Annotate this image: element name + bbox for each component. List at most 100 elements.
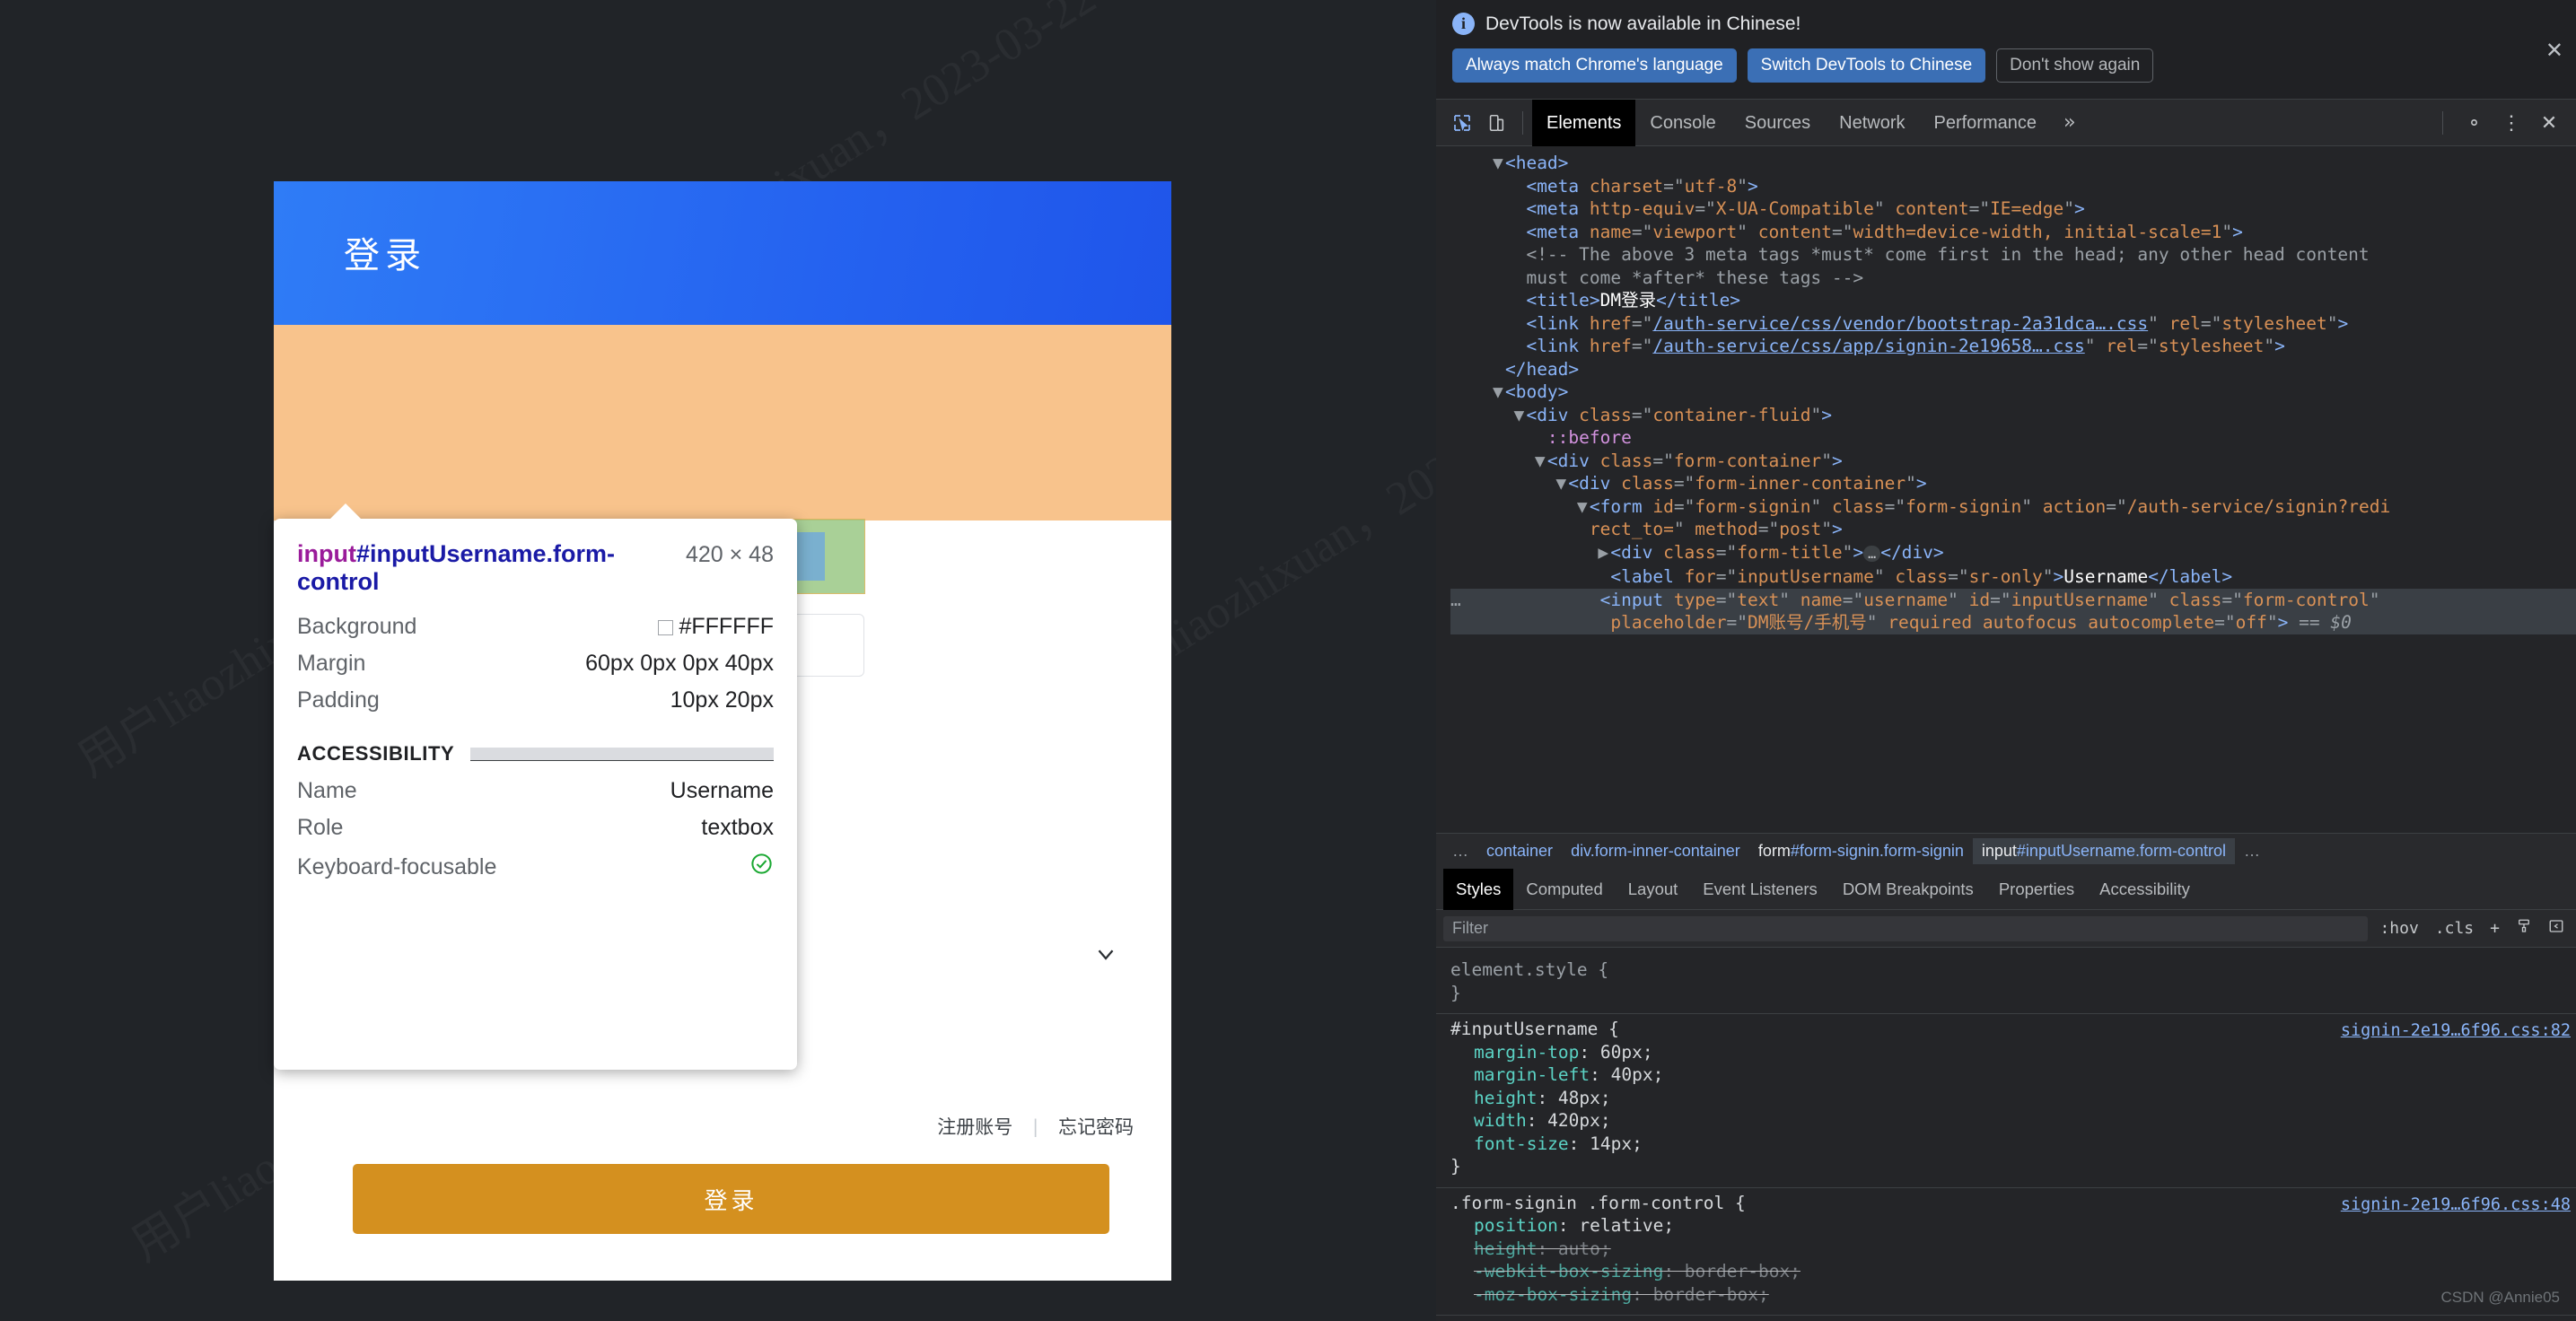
dom-node-line[interactable]: <meta charset="utf-8"> xyxy=(1450,175,2576,198)
close-icon[interactable]: ✕ xyxy=(2533,107,2565,139)
css-rules-pane[interactable]: element.style {} #inputUsername {signin-2… xyxy=(1436,948,2576,1321)
dom-node-line[interactable]: <link href="/auth-service/css/vendor/boo… xyxy=(1450,312,2576,336)
dom-node-line[interactable]: <link href="/auth-service/css/app/signin… xyxy=(1450,335,2576,358)
dom-node-line[interactable]: ▼ <div class="form-container"> xyxy=(1450,450,2576,473)
dom-node-line[interactable]: <label for="inputUsername" class="sr-onl… xyxy=(1450,565,2576,589)
gear-icon[interactable] xyxy=(2458,107,2490,139)
tab-dom-breakpoints[interactable]: DOM Breakpoints xyxy=(1830,869,1986,910)
breadcrumb-item[interactable]: form#form-signin.form-signin xyxy=(1749,838,1973,864)
highlight-margin-box xyxy=(274,325,1171,521)
dom-tree[interactable]: ▼ <head> <meta charset="utf-8"> <meta htt… xyxy=(1436,146,2576,833)
tab-performance[interactable]: Performance xyxy=(1920,100,2052,146)
tooltip-row-margin: Margin 60px 0px 0px 40px xyxy=(297,645,774,682)
styles-filter-input[interactable]: Filter xyxy=(1443,915,2369,941)
css-declaration[interactable]: margin-top: 60px; xyxy=(1450,1041,2562,1064)
forgot-password-link[interactable]: 忘记密码 xyxy=(1058,1113,1134,1140)
styles-filter-row: Filter :hov .cls + xyxy=(1436,910,2576,948)
tab-computed[interactable]: Computed xyxy=(1513,869,1615,910)
register-link[interactable]: 注册账号 xyxy=(937,1113,1012,1140)
check-circle-icon xyxy=(749,852,774,882)
toolbar-divider xyxy=(2442,110,2443,135)
css-selector[interactable]: element.style { xyxy=(1450,958,2562,982)
dom-node-line[interactable]: ▼ <body> xyxy=(1450,381,2576,404)
tab-console[interactable]: Console xyxy=(1635,100,1730,146)
tooltip-row-name: Name Username xyxy=(297,773,774,809)
css-declaration[interactable]: -moz-box-sizing: border-box; xyxy=(1450,1283,2562,1307)
tab-layout[interactable]: Layout xyxy=(1616,869,1691,910)
css-declaration[interactable]: height: auto; xyxy=(1450,1238,2562,1261)
dom-node-line[interactable]: <meta name="viewport" content="width=dev… xyxy=(1450,221,2576,244)
dom-node-line[interactable]: <title>DM登录</title> xyxy=(1450,289,2576,312)
accessibility-heading: ACCESSIBILITY xyxy=(297,742,455,765)
element-inspector-tooltip: input#inputUsername.form-control 420 × 4… xyxy=(274,503,797,1070)
tooltip-value: #FFFFFF xyxy=(658,614,774,640)
dom-node-line[interactable]: placeholder="DM账号/手机号" required autofocu… xyxy=(1450,611,2576,634)
dom-node-line[interactable]: <!-- The above 3 meta tags *must* come f… xyxy=(1450,243,2576,267)
paint-brush-icon[interactable] xyxy=(2511,918,2537,939)
new-style-rule-icon[interactable]: + xyxy=(2485,919,2504,938)
toolbar-divider xyxy=(1522,110,1523,135)
panel-toggle-icon[interactable] xyxy=(2544,918,2569,939)
inspect-element-icon[interactable] xyxy=(1445,106,1479,140)
css-source-link[interactable]: signin-2e19…6f96.css:82 xyxy=(2341,1019,2571,1043)
css-source-link[interactable]: signin-2e19…6f96.css:48 xyxy=(2341,1194,2571,1217)
breadcrumb-item[interactable]: … xyxy=(1443,838,1477,864)
css-declaration[interactable]: margin-left: 40px; xyxy=(1450,1063,2562,1087)
css-declaration[interactable]: width: 420px; xyxy=(1450,1109,2562,1133)
tab-network[interactable]: Network xyxy=(1825,100,1919,146)
css-declaration[interactable]: -webkit-box-sizing: border-box; xyxy=(1450,1260,2562,1283)
tab-styles[interactable]: Styles xyxy=(1443,868,1514,910)
device-toolbar-icon[interactable] xyxy=(1479,106,1513,140)
page-title: 登录 xyxy=(344,235,426,276)
tab-properties[interactable]: Properties xyxy=(1986,869,2087,910)
dom-node-line[interactable]: <meta http-equiv="X-UA-Compatible" conte… xyxy=(1450,197,2576,221)
tooltip-row-background: Background #FFFFFF xyxy=(297,608,774,645)
switch-to-chinese-button[interactable]: Switch DevTools to Chinese xyxy=(1747,48,1986,83)
more-vertical-icon[interactable]: ⋮ xyxy=(2495,107,2528,139)
screenshot-root: 用户liaozhixuan，2023-03-22 用户liaozhixuan，2… xyxy=(0,0,2576,1321)
tab-elements[interactable]: Elements xyxy=(1532,99,1636,146)
breadcrumb-item[interactable]: div.form-inner-container xyxy=(1562,838,1749,864)
login-submit-button[interactable]: 登录 xyxy=(353,1164,1109,1234)
dom-node-line[interactable]: … <input type="text" name="username" id=… xyxy=(1450,588,2576,611)
breadcrumb-item[interactable]: input#inputUsername.form-control xyxy=(1972,838,2236,864)
dom-node-line[interactable]: ::before xyxy=(1450,426,2576,450)
tab-accessibility[interactable]: Accessibility xyxy=(2087,869,2203,910)
css-rule-block[interactable]: element.style {} xyxy=(1436,955,2576,1014)
tooltip-value: Username xyxy=(670,778,774,803)
dom-node-line[interactable]: must come *after* these tags --> xyxy=(1450,267,2576,290)
tooltip-value: textbox xyxy=(701,815,774,840)
dom-node-line[interactable]: ▼ <div class="container-fluid"> xyxy=(1450,404,2576,427)
dom-node-line[interactable]: ▼ <form id="form-signin" class="form-sign… xyxy=(1450,495,2576,519)
css-declaration[interactable]: font-size: 14px; xyxy=(1450,1133,2562,1156)
tooltip-header: input#inputUsername.form-control 420 × 4… xyxy=(297,540,774,596)
dom-node-line[interactable]: rect_to=" method="post"> xyxy=(1450,518,2576,541)
dom-node-line[interactable]: ▼ <div class="form-inner-container"> xyxy=(1450,472,2576,495)
tab-event-listeners[interactable]: Event Listeners xyxy=(1690,869,1830,910)
more-tabs-icon[interactable]: » xyxy=(2051,111,2088,134)
dom-node-line[interactable]: </head> xyxy=(1450,358,2576,381)
dont-show-again-button[interactable]: Don't show again xyxy=(1996,48,2154,83)
css-rule-close: } xyxy=(1450,1156,1461,1177)
css-rule-close: } xyxy=(1450,982,1461,1003)
devtools-panel: i DevTools is now available in Chinese! … xyxy=(1436,0,2576,1321)
css-declaration[interactable]: position: relative; xyxy=(1450,1214,2562,1238)
css-rule-block[interactable]: .form-signin .form-control {signin-2e19…… xyxy=(1436,1188,2576,1316)
tooltip-value: 10px 20px xyxy=(670,687,774,713)
breadcrumb-item[interactable]: … xyxy=(2235,838,2269,864)
tooltip-key: Name xyxy=(297,778,357,803)
hov-toggle[interactable]: :hov xyxy=(2375,919,2423,938)
breadcrumb-item[interactable]: container xyxy=(1477,838,1562,864)
dom-node-line[interactable]: ▶ <div class="form-title">… </div> xyxy=(1450,541,2576,566)
always-match-language-button[interactable]: Always match Chrome's language xyxy=(1452,48,1737,83)
login-header: 登录 xyxy=(274,181,1171,325)
inspected-page-pane: 用户liaozhixuan，2023-03-22 用户liaozhixuan，2… xyxy=(0,0,1436,1321)
dom-node-line[interactable]: ▼ <head> xyxy=(1450,152,2576,175)
cls-toggle[interactable]: .cls xyxy=(2431,919,2478,938)
banner-close-icon[interactable]: ✕ xyxy=(2545,38,2563,64)
css-declaration[interactable]: height: 48px; xyxy=(1450,1087,2562,1110)
css-rule-block[interactable]: #inputUsername {signin-2e19…6f96.css:82 m… xyxy=(1436,1014,2576,1188)
tooltip-dimensions: 420 × 48 xyxy=(685,542,774,567)
tab-sources[interactable]: Sources xyxy=(1730,100,1825,146)
tooltip-row-padding: Padding 10px 20px xyxy=(297,682,774,719)
